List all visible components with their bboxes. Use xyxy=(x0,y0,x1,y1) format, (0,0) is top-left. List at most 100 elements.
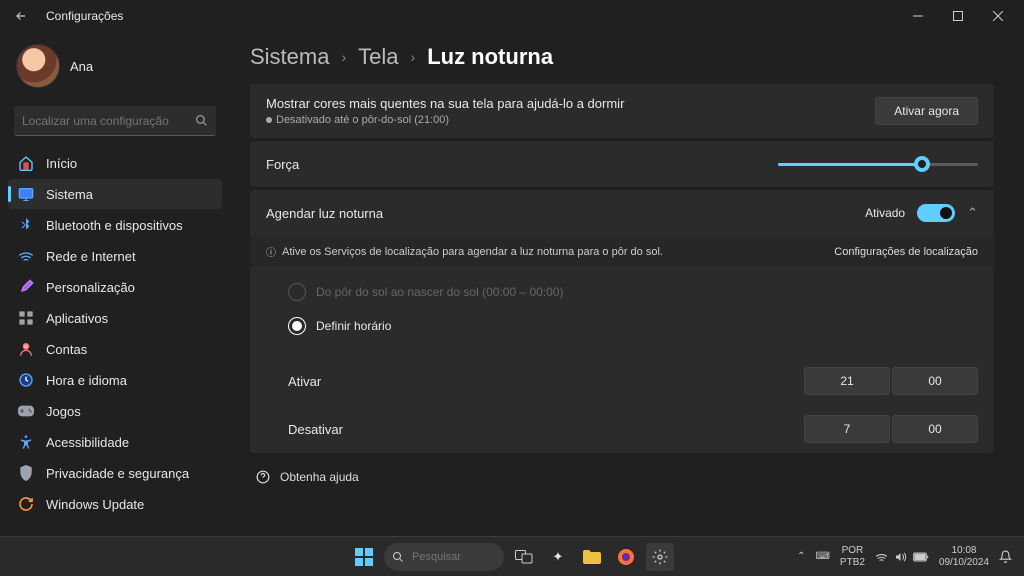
user-icon xyxy=(18,341,34,357)
sidebar: Ana Início Sistema Bluetooth e dispositivo… xyxy=(0,32,230,536)
settings-search[interactable] xyxy=(14,106,216,136)
turn-on-time-row: Ativar 21 00 xyxy=(250,357,994,405)
nav-label: Jogos xyxy=(46,404,81,419)
nav-label: Sistema xyxy=(46,187,93,202)
nav-label: Rede e Internet xyxy=(46,249,136,264)
user-name: Ana xyxy=(70,59,93,74)
update-icon xyxy=(18,496,34,512)
sidebar-item-wifi[interactable]: Rede e Internet xyxy=(8,241,222,271)
explorer-icon[interactable] xyxy=(578,543,606,571)
maximize-button[interactable] xyxy=(938,2,978,30)
turn-off-label: Desativar xyxy=(288,422,343,437)
nav-label: Acessibilidade xyxy=(46,435,129,450)
schedule-header[interactable]: Agendar luz noturna Ativado ⌃ xyxy=(250,190,994,236)
breadcrumb-tela[interactable]: Tela xyxy=(358,44,398,70)
shield-icon xyxy=(18,465,34,481)
close-button[interactable] xyxy=(978,2,1018,30)
breadcrumb-current: Luz noturna xyxy=(427,44,553,70)
start-button[interactable] xyxy=(350,543,378,571)
firefox-icon[interactable] xyxy=(612,543,640,571)
turn-off-hour-button[interactable]: 7 xyxy=(804,415,890,443)
turn-on-hour-button[interactable]: 21 xyxy=(804,367,890,395)
sidebar-item-accessibility[interactable]: Acessibilidade xyxy=(8,427,222,457)
clock[interactable]: 10:0809/10/2024 xyxy=(939,545,989,568)
taskbar-search[interactable] xyxy=(384,543,504,571)
system-tray: ⌃ ⌨ PORPTB2 10:0809/10/2024 xyxy=(797,545,1024,568)
sidebar-item-shield[interactable]: Privacidade e segurança xyxy=(8,458,222,488)
schedule-state-text: Ativado xyxy=(865,206,905,220)
taskbar-search-input[interactable] xyxy=(412,551,492,563)
game-icon xyxy=(18,403,34,419)
status-text: Desativado até o pôr-do-sol (21:00) xyxy=(266,114,624,126)
sidebar-item-game[interactable]: Jogos xyxy=(8,396,222,426)
option-sunset: Do pôr do sol ao nascer do sol (00:00 – … xyxy=(288,275,978,309)
bluetooth-icon xyxy=(18,217,34,233)
option-set-hours[interactable]: Definir horário xyxy=(288,309,978,343)
turn-on-now-button[interactable]: Ativar agora xyxy=(875,97,978,125)
breadcrumb: Sistema › Tela › Luz noturna xyxy=(250,44,994,70)
language-indicator[interactable]: PORPTB2 xyxy=(840,545,865,568)
nav-label: Hora e idioma xyxy=(46,373,127,388)
location-info-row: ⓘ Ative os Serviços de localização para … xyxy=(250,236,994,267)
schedule-label: Agendar luz noturna xyxy=(266,206,383,221)
get-help-link[interactable]: Obtenha ajuda xyxy=(250,456,994,498)
brush-icon xyxy=(18,279,34,295)
turn-on-minute-button[interactable]: 00 xyxy=(892,367,978,395)
minimize-button[interactable] xyxy=(898,2,938,30)
nav-label: Windows Update xyxy=(46,497,144,512)
nav-label: Contas xyxy=(46,342,87,357)
strength-card: Força xyxy=(250,141,994,187)
turn-off-minute-button[interactable]: 00 xyxy=(892,415,978,443)
location-settings-link[interactable]: Configurações de localização xyxy=(834,246,978,258)
sidebar-item-clock[interactable]: Hora e idioma xyxy=(8,365,222,395)
wifi-icon xyxy=(18,248,34,264)
copilot-icon[interactable]: ✦ xyxy=(544,543,572,571)
settings-taskbar-icon[interactable] xyxy=(646,543,674,571)
keyboard-icon[interactable]: ⌨ xyxy=(815,551,829,562)
strength-slider[interactable] xyxy=(778,155,978,173)
tray-chevron-icon[interactable]: ⌃ xyxy=(797,551,805,562)
schedule-options: Do pôr do sol ao nascer do sol (00:00 – … xyxy=(250,267,994,357)
strength-label: Força xyxy=(266,157,299,172)
user-profile[interactable]: Ana xyxy=(8,38,222,102)
sidebar-item-brush[interactable]: Personalização xyxy=(8,272,222,302)
nav-label: Bluetooth e dispositivos xyxy=(46,218,183,233)
radio-icon xyxy=(288,283,306,301)
search-input[interactable] xyxy=(22,114,195,128)
system-icon xyxy=(18,186,34,202)
accessibility-icon xyxy=(18,434,34,450)
search-icon xyxy=(392,551,404,563)
main-content: Sistema › Tela › Luz noturna Mostrar cor… xyxy=(230,32,1024,536)
sidebar-item-user[interactable]: Contas xyxy=(8,334,222,364)
radio-icon xyxy=(288,317,306,335)
schedule-toggle[interactable] xyxy=(917,204,955,222)
night-light-status-card: Mostrar cores mais quentes na sua tela p… xyxy=(250,84,994,138)
chevron-right-icon: › xyxy=(341,49,346,65)
notifications-icon[interactable] xyxy=(999,550,1012,563)
search-icon xyxy=(195,114,208,127)
nav-label: Início xyxy=(46,156,77,171)
sidebar-item-bluetooth[interactable]: Bluetooth e dispositivos xyxy=(8,210,222,240)
sidebar-item-home[interactable]: Início xyxy=(8,148,222,178)
schedule-card: Agendar luz noturna Ativado ⌃ ⓘ Ative os… xyxy=(250,190,994,453)
nav-label: Personalização xyxy=(46,280,135,295)
nav-label: Privacidade e segurança xyxy=(46,466,189,481)
taskbar: ✦ ⌃ ⌨ PORPTB2 10:0809/10/2024 xyxy=(0,536,1024,576)
location-hint: Ative os Serviços de localização para ag… xyxy=(282,246,663,258)
home-icon xyxy=(18,155,34,171)
description-text: Mostrar cores mais quentes na sua tela p… xyxy=(266,96,624,111)
nav-list: Início Sistema Bluetooth e dispositivos Red… xyxy=(8,148,222,519)
breadcrumb-sistema[interactable]: Sistema xyxy=(250,44,329,70)
sidebar-item-update[interactable]: Windows Update xyxy=(8,489,222,519)
chevron-right-icon: › xyxy=(411,49,416,65)
titlebar: Configurações xyxy=(0,0,1024,32)
sidebar-item-system[interactable]: Sistema xyxy=(8,179,222,209)
nav-label: Aplicativos xyxy=(46,311,108,326)
avatar xyxy=(16,44,60,88)
turn-on-label: Ativar xyxy=(288,374,321,389)
back-button[interactable] xyxy=(14,9,34,23)
sidebar-item-apps[interactable]: Aplicativos xyxy=(8,303,222,333)
task-view-button[interactable] xyxy=(510,543,538,571)
network-volume-battery[interactable] xyxy=(875,551,929,563)
chevron-up-icon: ⌃ xyxy=(967,205,978,221)
